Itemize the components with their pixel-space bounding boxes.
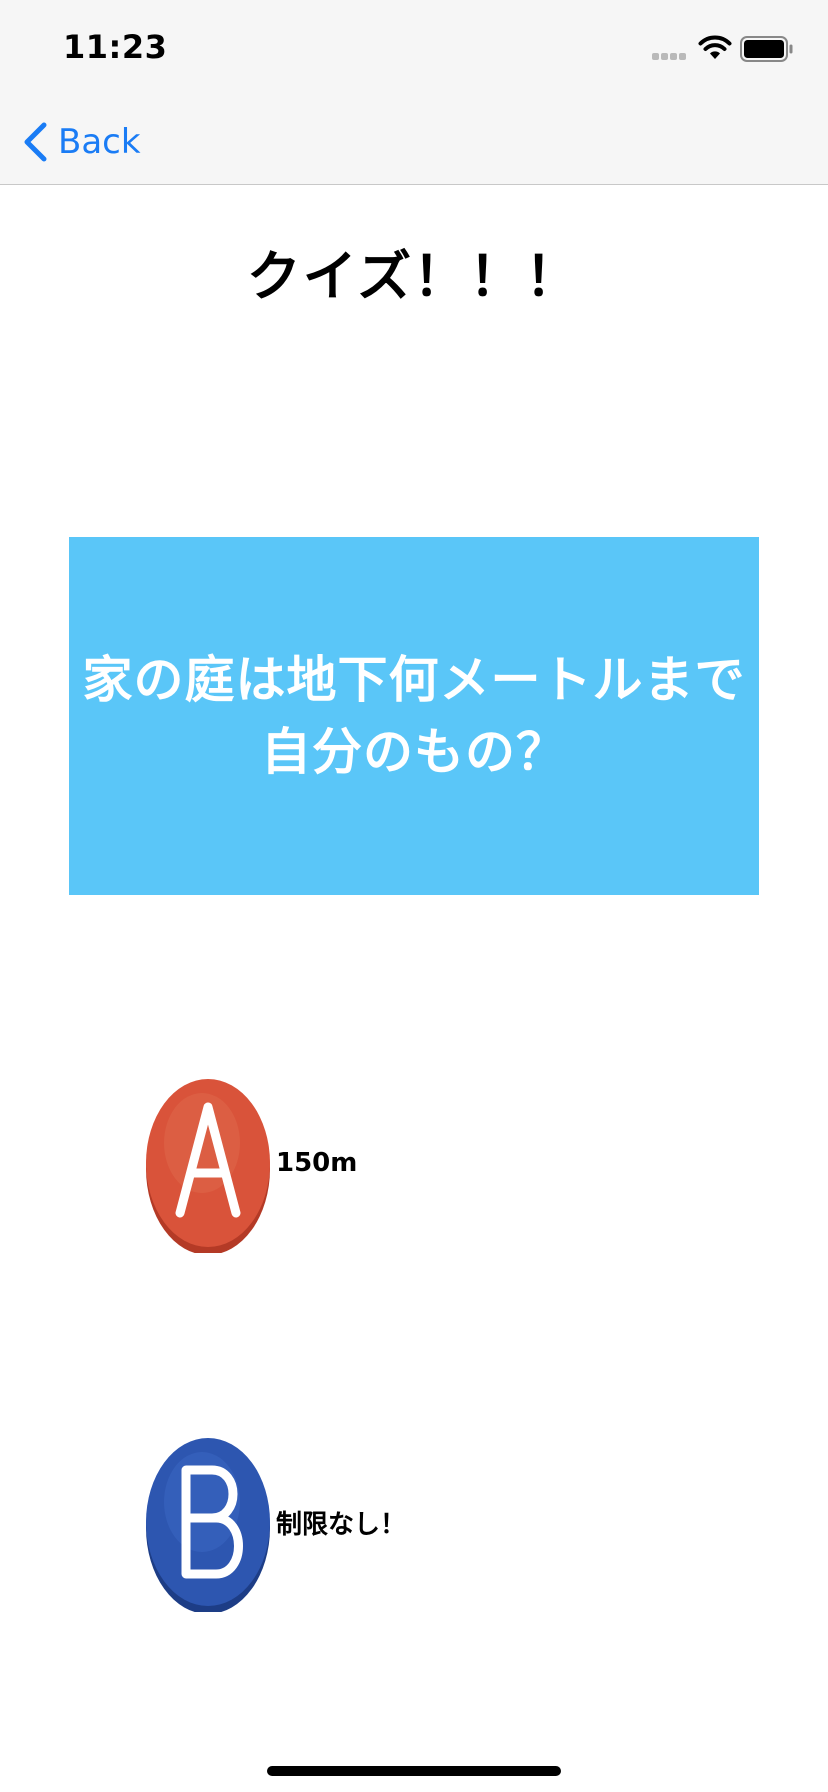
answer-a-badge-icon [146, 1079, 270, 1253]
status-time: 11:23 [63, 28, 168, 66]
answer-a-button[interactable]: 150m [140, 1073, 357, 1253]
status-bar: 11:23 [0, 0, 828, 100]
answer-b-button[interactable]: 制限なし！ [140, 1432, 406, 1612]
answer-b-label: 制限なし！ [276, 1509, 407, 1540]
home-indicator[interactable] [267, 1766, 561, 1776]
navigation-bar: Back [0, 100, 828, 185]
back-button[interactable]: Back [22, 120, 141, 164]
answer-b-badge-icon [146, 1438, 270, 1612]
cellular-signal-icon [652, 53, 690, 61]
question-text: 家の庭は地下何メートルまで自分のもの？ [82, 651, 746, 781]
answer-a-label: 150m [276, 1148, 358, 1178]
page-title: クイズ！！！ [246, 245, 582, 308]
back-label: Back [58, 122, 141, 162]
wifi-icon [698, 35, 732, 59]
chevron-left-icon [24, 122, 47, 162]
question-box: 家の庭は地下何メートルまで自分のもの？ [69, 537, 759, 895]
battery-icon [740, 36, 793, 62]
